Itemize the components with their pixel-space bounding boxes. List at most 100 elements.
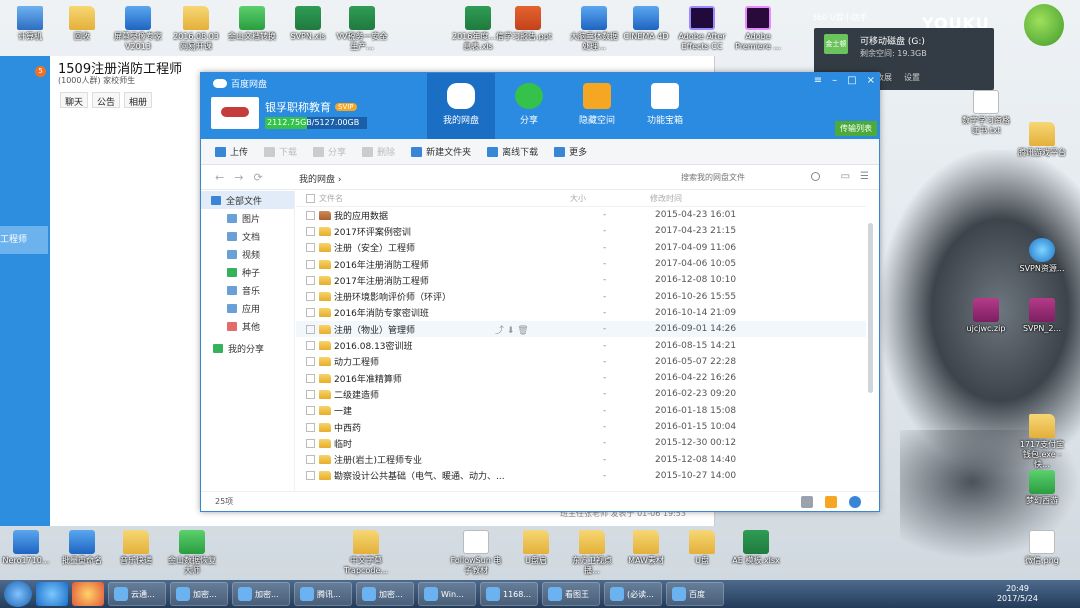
table-row[interactable]: 2016年消防专家密训班 - 2016-10-14 21:09 [296, 305, 866, 321]
user-icon[interactable] [849, 496, 861, 508]
table-row[interactable]: 勘察设计公共基础（电气、暖通、动力、... - 2015-10-27 14:00 [296, 468, 866, 484]
table-row[interactable]: 一建 - 2016-01-18 15:08 [296, 403, 866, 419]
start-button[interactable] [4, 581, 32, 607]
taskbar-task[interactable]: 加密... [356, 582, 414, 606]
file-name[interactable]: 一建 [334, 404, 352, 417]
desktop-icon[interactable]: U盘 [676, 528, 728, 566]
file-name[interactable]: 中西药 [334, 421, 361, 434]
minimize-icon[interactable]: – [832, 75, 837, 86]
download-button[interactable]: 下载 [264, 145, 297, 158]
desktop-icon[interactable]: SVPN资源... [1016, 236, 1068, 274]
desktop-icon[interactable]: 回收 [56, 4, 108, 42]
table-row[interactable]: 2016年注册消防工程师 - 2017-04-06 10:05 [296, 256, 866, 272]
desktop-icon[interactable]: AE 模板.xlsx [730, 528, 782, 566]
row-action-icons[interactable]: ⤴ ⬇ 🗑 [495, 326, 529, 336]
row-checkbox[interactable] [306, 341, 315, 351]
sidebar-item-2[interactable]: 文档 [201, 227, 294, 245]
taskbar-task[interactable]: 腾讯... [294, 582, 352, 606]
sidebar-item-5[interactable]: 音乐 [201, 281, 294, 299]
desktop-icon[interactable]: Adobe Premiere ... [732, 4, 784, 52]
desktop-icon[interactable]: 2016年度...信息表.xls [452, 4, 504, 52]
sidebar-item-8[interactable]: 我的分享 [201, 339, 294, 357]
desktop-icon[interactable]: 1717支付宝钱包.exe - 快... [1016, 412, 1068, 470]
table-row[interactable]: 注册（安全）工程师 - 2017-04-09 11:06 [296, 240, 866, 256]
usb-action[interactable]: 设置 [904, 72, 920, 83]
ie-icon[interactable] [36, 582, 68, 606]
desktop-icon[interactable]: MAW素材 [620, 528, 672, 566]
desktop-icon[interactable]: SVPN_2... [1016, 296, 1068, 334]
table-row[interactable]: 2017环评案例密训 - 2017-04-23 21:15 [296, 223, 866, 239]
desktop-icon[interactable]: 2016.08.03网易开课 [170, 4, 222, 52]
tab-toolbox[interactable]: 功能宝箱 [631, 73, 699, 139]
tab-my-disk[interactable]: 我的网盘 [427, 73, 495, 139]
menu-icon[interactable]: ≡ [814, 75, 822, 86]
clock[interactable]: 20:49 2017/5/24 [997, 584, 1038, 604]
chat-sidebar-selected[interactable]: 工程师 [0, 226, 48, 254]
desktop-icon[interactable]: 金山数据恢复大师 [166, 528, 218, 576]
taskbar-task[interactable]: 加密... [232, 582, 290, 606]
file-name[interactable]: 勘察设计公共基础（电气、暖通、动力、... [334, 469, 505, 482]
desktop-icon[interactable]: 学习报告.ppt [502, 4, 554, 42]
taskbar-task[interactable]: (必读... [604, 582, 662, 606]
file-name[interactable]: 临时 [334, 437, 352, 450]
table-row[interactable]: 注册环境影响评价师（环评） - 2016-10-26 15:55 [296, 288, 866, 304]
row-checkbox[interactable] [306, 422, 315, 432]
row-checkbox[interactable] [306, 275, 315, 285]
file-name[interactable]: 2016年消防专家密训班 [334, 306, 429, 319]
app-store-icon[interactable] [72, 582, 104, 606]
table-row[interactable]: 2016年准精算师 - 2016-04-22 16:26 [296, 370, 866, 386]
row-checkbox[interactable] [306, 292, 315, 302]
back-icon[interactable]: ← [215, 171, 224, 184]
tab-hidden-space[interactable]: 隐藏空间 [563, 73, 631, 139]
file-name[interactable]: 注册（物业）管理师 [334, 323, 415, 336]
table-row[interactable]: 二级建造师 - 2016-02-23 09:20 [296, 386, 866, 402]
desktop-icon[interactable]: 计算机 [4, 4, 56, 42]
file-name[interactable]: 动力工程师 [334, 355, 379, 368]
thumbnail-view-icon[interactable]: ▭ [841, 171, 850, 182]
row-checkbox[interactable] [306, 389, 315, 399]
row-checkbox[interactable] [306, 308, 315, 318]
row-checkbox[interactable] [306, 324, 315, 334]
desktop-icon[interactable]: 音乐快递 [110, 528, 162, 566]
upload-icon[interactable] [825, 496, 837, 508]
file-name[interactable]: 2016.08.13密训班 [334, 339, 413, 352]
desktop-icon[interactable]: 大脑垂体数据处理... [568, 4, 620, 52]
file-name[interactable]: 2017年注册消防工程师 [334, 274, 429, 287]
row-checkbox[interactable] [306, 373, 315, 383]
sidebar-item-6[interactable]: 应用 [201, 299, 294, 317]
transfer-list-button[interactable]: 传输列表 [835, 121, 877, 136]
file-name[interactable]: 2016年准精算师 [334, 372, 402, 385]
desktop-icon[interactable]: 数字学习资格证书.txt [960, 88, 1012, 136]
file-name[interactable]: 2016年注册消防工程师 [334, 258, 429, 271]
row-checkbox[interactable] [306, 226, 315, 236]
desktop-icon[interactable]: 金山文档转换 [226, 4, 278, 42]
table-row[interactable]: 注册（物业）管理师 ⤴ ⬇ 🗑 - 2016-09-01 14:26 [296, 321, 866, 338]
desktop-icon[interactable]: 东方卫视点播... [566, 528, 618, 576]
desktop-icon[interactable]: 批量重命名 [56, 528, 108, 566]
table-row[interactable]: 注册(岩土)工程师专业 - 2015-12-08 14:40 [296, 451, 866, 467]
breadcrumb[interactable]: 我的网盘 › [299, 172, 341, 185]
desktop-icon[interactable]: U盘启 [510, 528, 562, 566]
row-checkbox[interactable] [306, 438, 315, 448]
table-row[interactable]: 我的应用数据 - 2015-04-23 16:01 [296, 207, 866, 223]
file-name[interactable]: 注册（安全）工程师 [334, 241, 415, 254]
search-input[interactable]: 搜索我的网盘文件 [676, 169, 826, 186]
desktop-icon[interactable]: Nero1710... [0, 528, 52, 566]
forward-icon[interactable]: → [234, 171, 243, 184]
desktop-icon[interactable]: 微信.png [1016, 528, 1068, 566]
delete-button[interactable]: 删除 [362, 145, 395, 158]
table-row[interactable]: 临时 - 2015-12-30 00:12 [296, 435, 866, 451]
offline-download-button[interactable]: 离线下载 [487, 145, 538, 158]
list-view-icon[interactable]: ☰ [860, 171, 869, 182]
row-checkbox[interactable] [306, 471, 315, 481]
grid-icon[interactable] [801, 496, 813, 508]
user-name[interactable]: 银孚职称教育 [265, 99, 331, 115]
avatar[interactable] [211, 97, 259, 129]
taskbar-task[interactable]: 百度 [666, 582, 724, 606]
upload-button[interactable]: 上传 [215, 145, 248, 158]
share-button[interactable]: 分享 [313, 145, 346, 158]
desktop-icon[interactable]: 中文字幕Trapcode... [340, 528, 392, 576]
row-checkbox[interactable] [306, 455, 315, 465]
taskbar-task[interactable]: Win... [418, 582, 476, 606]
svip-badge[interactable]: SVIP [335, 103, 357, 111]
